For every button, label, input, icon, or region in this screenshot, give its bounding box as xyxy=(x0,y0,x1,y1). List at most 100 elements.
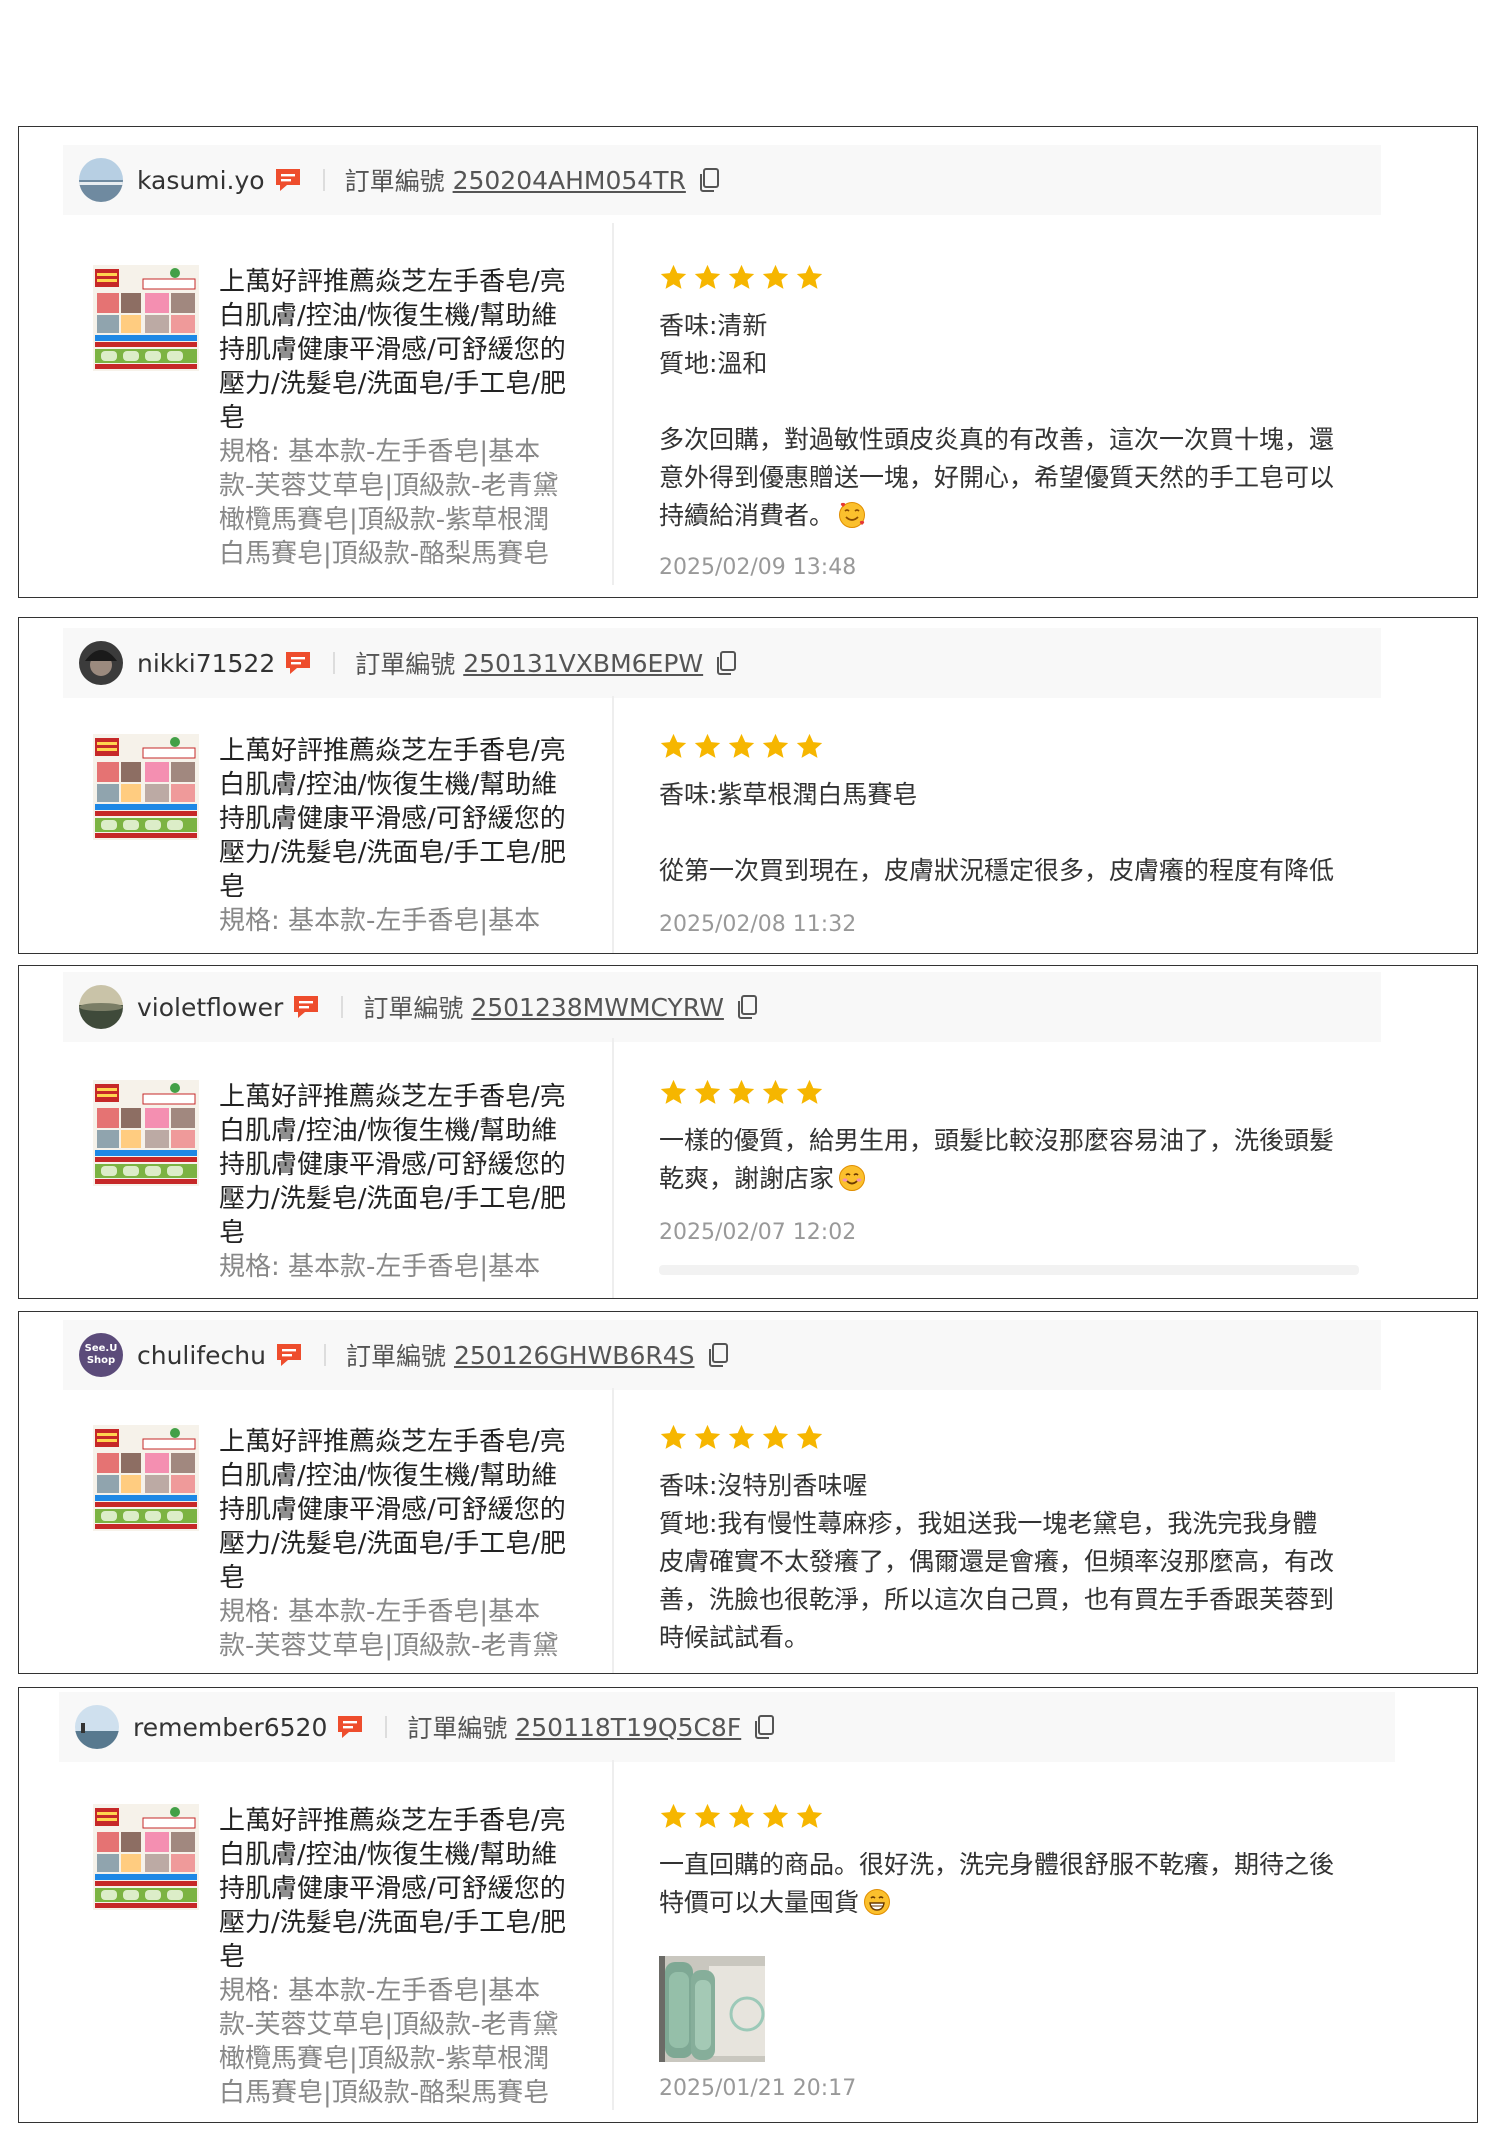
order-number-link[interactable]: 2501238MWMCYRW xyxy=(471,993,724,1022)
user-avatar[interactable] xyxy=(79,641,123,685)
product-variation: 規格: 基本款-左手香皂|基本 款-芙蓉艾草皂|頂級款-老青黛 橄欖馬賽皂|頂級款-… xyxy=(219,1976,559,2108)
product-variation: 規格: 基本款-左手香皂|基本 款-芙蓉艾草皂|頂級款-老青黛 xyxy=(219,1597,559,1661)
column-divider xyxy=(612,696,614,953)
divider xyxy=(323,1344,326,1366)
divider xyxy=(333,652,336,674)
divider xyxy=(322,169,325,191)
product-title: 上萬好評推薦焱芝左手香皂/亮 白肌膚/控油/恢復生機/幫助維 持肌膚健康平滑感/可舒… xyxy=(219,1082,567,1248)
copy-icon[interactable] xyxy=(707,1342,729,1368)
review-card: See.U Shop chulifechu 訂單編號 250126GHWB6R4… xyxy=(18,1311,1478,1674)
divider xyxy=(385,1716,388,1738)
copy-icon[interactable] xyxy=(736,994,758,1020)
copy-icon[interactable] xyxy=(753,1714,775,1740)
product-title: 上萬好評推薦焱芝左手香皂/亮 白肌膚/控油/恢復生機/幫助維 持肌膚健康平滑感/可舒… xyxy=(219,736,567,902)
star-icon xyxy=(727,1078,756,1107)
username[interactable]: violetflower xyxy=(137,993,283,1022)
review-body: 香味:沒特別香味喔 質地:我有慢性蕁麻疹，我姐送我一塊老黛皂，我洗完我身體 皮膚… xyxy=(659,1423,1399,1657)
star-icon xyxy=(693,1078,722,1107)
copy-icon[interactable] xyxy=(698,167,720,193)
star-icon xyxy=(727,1802,756,1831)
star-icon xyxy=(659,732,688,761)
review-date: 2025/02/09 13:48 xyxy=(659,555,857,580)
star-icon xyxy=(659,1802,688,1831)
rating-stars xyxy=(659,1423,1399,1453)
avatar-text: See.U xyxy=(84,1343,118,1354)
star-icon xyxy=(795,1078,824,1107)
username[interactable]: chulifechu xyxy=(137,1341,266,1370)
review-photo[interactable] xyxy=(659,1956,765,2062)
review-card: kasumi.yo 訂單編號 250204AHM054TR 上萬好評推薦焱芝左手… xyxy=(18,126,1478,598)
order-number-link[interactable]: 250126GHWB6R4S xyxy=(454,1341,695,1370)
review-header: nikki71522 訂單編號 250131VXBM6EPW xyxy=(63,628,1381,698)
rating-stars xyxy=(659,263,1399,293)
column-divider xyxy=(612,1038,614,1298)
user-avatar[interactable] xyxy=(79,158,123,202)
star-icon xyxy=(693,263,722,292)
review-body: 一直回購的商品。很好洗，洗完身體很舒服不乾癢，期待之後 特價可以大量囤貨 202… xyxy=(659,1802,1399,2101)
star-icon xyxy=(795,263,824,292)
review-header: kasumi.yo 訂單編號 250204AHM054TR xyxy=(63,145,1381,215)
username[interactable]: remember6520 xyxy=(133,1713,327,1742)
chat-icon[interactable] xyxy=(274,1341,304,1369)
product-title: 上萬好評推薦焱芝左手香皂/亮 白肌膚/控油/恢復生機/幫助維 持肌膚健康平滑感/可舒… xyxy=(219,1806,567,1972)
user-avatar[interactable] xyxy=(79,985,123,1029)
review-text: 香味:清新 質地:溫和 多次回購，對過敏性頭皮炎真的有改善，這次一次買十塊，還 … xyxy=(659,311,1335,530)
username[interactable]: nikki71522 xyxy=(137,649,275,678)
review-card: remember6520 訂單編號 250118T19Q5C8F 上萬好評推薦焱… xyxy=(18,1687,1478,2123)
star-icon xyxy=(795,732,824,761)
media-strip xyxy=(659,1265,1359,1275)
product-info[interactable]: 上萬好評推薦焱芝左手香皂/亮 白肌膚/控油/恢復生機/幫助維 持肌膚健康平滑感/可舒… xyxy=(219,1425,579,1663)
order-number-link[interactable]: 250131VXBM6EPW xyxy=(463,649,703,678)
username[interactable]: kasumi.yo xyxy=(137,166,265,195)
review-body: 一樣的優質，給男生用，頭髮比較沒那麼容易油了，洗後頭髮 乾爽，謝謝店家 2025… xyxy=(659,1078,1399,1275)
product-info[interactable]: 上萬好評推薦焱芝左手香皂/亮 白肌膚/控油/恢復生機/幫助維 持肌膚健康平滑感/可舒… xyxy=(219,265,579,571)
chat-icon[interactable] xyxy=(273,166,303,194)
column-divider xyxy=(612,1388,614,1673)
review-card: nikki71522 訂單編號 250131VXBM6EPW 上萬好評推薦焱芝左… xyxy=(18,617,1478,954)
review-text: 香味:沒特別香味喔 質地:我有慢性蕁麻疹，我姐送我一塊老黛皂，我洗完我身體 皮膚… xyxy=(659,1471,1335,1652)
star-icon xyxy=(795,1423,824,1452)
product-info[interactable]: 上萬好評推薦焱芝左手香皂/亮 白肌膚/控油/恢復生機/幫助維 持肌膚健康平滑感/可舒… xyxy=(219,1080,579,1284)
product-title: 上萬好評推薦焱芝左手香皂/亮 白肌膚/控油/恢復生機/幫助維 持肌膚健康平滑感/可舒… xyxy=(219,1427,567,1593)
order-number-link[interactable]: 250118T19Q5C8F xyxy=(515,1713,741,1742)
divider xyxy=(341,996,344,1018)
order-number-label: 訂單編號 xyxy=(345,1342,446,1371)
star-icon xyxy=(693,1423,722,1452)
product-thumbnail[interactable] xyxy=(93,1804,199,1910)
star-icon xyxy=(659,263,688,292)
chat-icon[interactable] xyxy=(335,1713,365,1741)
review-body: 香味:紫草根潤白馬賽皂 從第一次買到現在，皮膚狀況穩定很多，皮膚癢的程度有降低 … xyxy=(659,732,1399,937)
order-number-label: 訂單編號 xyxy=(355,650,456,679)
order-number-label: 訂單編號 xyxy=(407,1714,508,1743)
product-info[interactable]: 上萬好評推薦焱芝左手香皂/亮 白肌膚/控油/恢復生機/幫助維 持肌膚健康平滑感/可舒… xyxy=(219,1804,579,2110)
star-icon xyxy=(727,1423,756,1452)
review-header: remember6520 訂單編號 250118T19Q5C8F xyxy=(59,1692,1395,1762)
chat-icon[interactable] xyxy=(283,649,313,677)
order-number-link[interactable]: 250204AHM054TR xyxy=(453,166,686,195)
user-avatar[interactable] xyxy=(75,1705,119,1749)
review-card: violetflower 訂單編號 2501238MWMCYRW 上萬好評推薦焱… xyxy=(18,965,1478,1299)
product-variation: 規格: 基本款-左手香皂|基本 xyxy=(219,1252,541,1282)
product-thumbnail[interactable] xyxy=(93,1080,199,1186)
star-icon xyxy=(659,1078,688,1107)
product-variation: 規格: 基本款-左手香皂|基本 xyxy=(219,906,541,936)
rating-stars xyxy=(659,1802,1399,1832)
review-header: violetflower 訂單編號 2501238MWMCYRW xyxy=(63,972,1381,1042)
chat-icon[interactable] xyxy=(291,993,321,1021)
user-avatar[interactable]: See.U Shop xyxy=(79,1333,123,1377)
star-icon xyxy=(693,732,722,761)
product-variation: 規格: 基本款-左手香皂|基本 款-芙蓉艾草皂|頂級款-老青黛 橄欖馬賽皂|頂級款-… xyxy=(219,437,559,569)
rating-stars xyxy=(659,732,1399,762)
star-icon xyxy=(795,1802,824,1831)
product-thumbnail[interactable] xyxy=(93,1425,199,1531)
star-icon xyxy=(761,732,790,761)
review-header: See.U Shop chulifechu 訂單編號 250126GHWB6R4… xyxy=(63,1320,1381,1390)
star-icon xyxy=(727,732,756,761)
product-info[interactable]: 上萬好評推薦焱芝左手香皂/亮 白肌膚/控油/恢復生機/幫助維 持肌膚健康平滑感/可舒… xyxy=(219,734,579,938)
star-icon xyxy=(761,263,790,292)
product-thumbnail[interactable] xyxy=(93,734,199,840)
copy-icon[interactable] xyxy=(715,650,737,676)
review-text: 香味:紫草根潤白馬賽皂 從第一次買到現在，皮膚狀況穩定很多，皮膚癢的程度有降低 xyxy=(659,780,1335,885)
product-thumbnail[interactable] xyxy=(93,265,199,371)
star-icon xyxy=(659,1423,688,1452)
